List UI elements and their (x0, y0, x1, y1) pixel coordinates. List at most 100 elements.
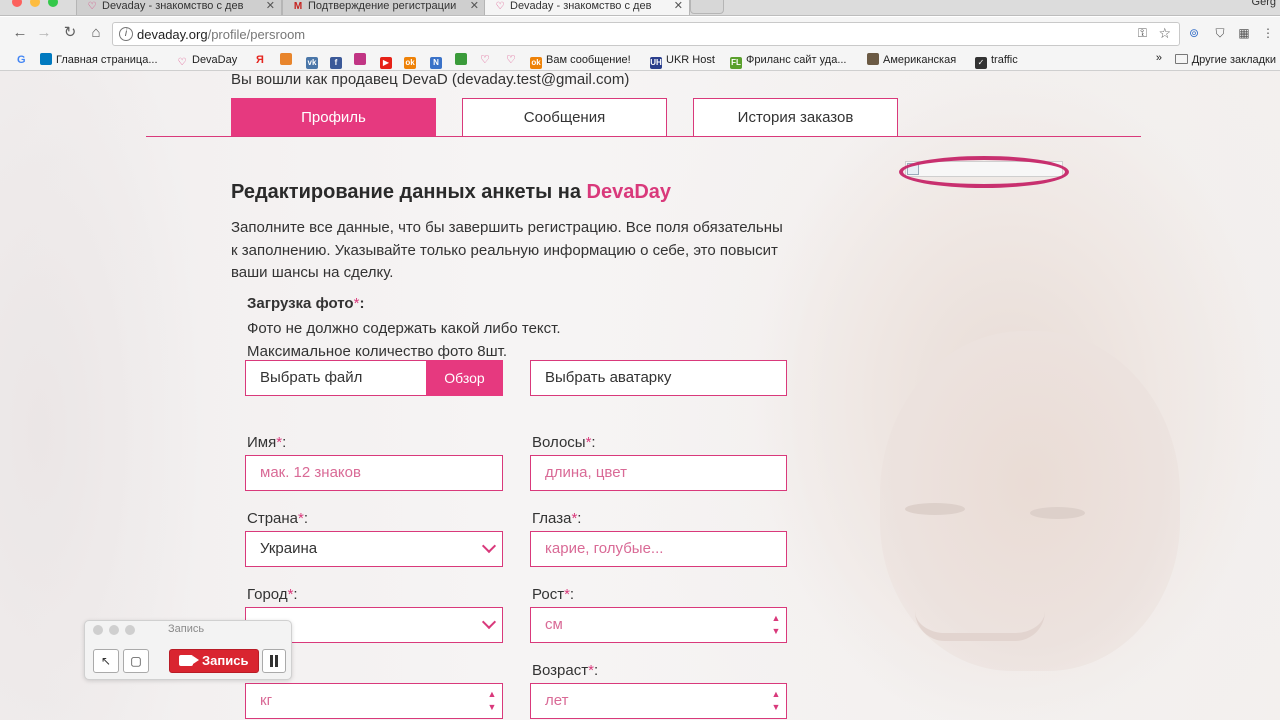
menu-icon[interactable]: ⋮ (1260, 25, 1276, 41)
photo-upload-label: Загрузка фото*: (247, 295, 365, 312)
recorder-close-button[interactable] (93, 625, 103, 635)
tab-title: Devaday - знакомство с дев (102, 0, 244, 12)
ext-orange-icon (280, 53, 292, 65)
weight-stepper[interactable]: кг ▲ ▼ (245, 683, 503, 719)
google-icon[interactable]: G (17, 52, 26, 68)
extension-grid-icon[interactable]: ▦ (1236, 25, 1252, 41)
country-select[interactable]: Украина (245, 531, 503, 567)
hair-label: Волосы*: (532, 434, 596, 451)
bookmark-item[interactable]: Главная страница... (40, 52, 158, 68)
bookmark-item[interactable]: ▶ (380, 52, 396, 69)
camera-icon (179, 655, 199, 666)
back-arrow-icon[interactable]: ← (10, 23, 30, 43)
ext-blue-icon: N (430, 57, 442, 69)
zoom-window-button[interactable] (48, 0, 58, 7)
forward-arrow-icon[interactable]: → (34, 23, 54, 43)
close-icon[interactable]: ✕ (674, 0, 683, 15)
bookmark-item[interactable]: UH UKR Host (650, 52, 715, 69)
devaday-favicon-icon: ♡ (87, 1, 97, 12)
area-select-icon[interactable]: ▢ (123, 649, 149, 673)
odnoklassniki-icon: ok (530, 57, 542, 69)
key-icon[interactable]: ⚿ (1138, 26, 1147, 41)
star-icon[interactable]: ☆ (1158, 25, 1171, 42)
browser-tab-2[interactable]: M Подтверждение регистрации ✕ (282, 0, 486, 15)
recorder-zoom-button[interactable] (125, 625, 135, 635)
facebook-icon: f (330, 57, 342, 69)
recorder-title: Запись (168, 623, 205, 635)
bookmark-item[interactable]: Американская (867, 52, 956, 68)
browse-button[interactable]: Обзор (426, 360, 503, 396)
record-button[interactable]: Запись (169, 649, 259, 673)
name-input[interactable]: мак. 12 знаков (245, 455, 503, 491)
city-label: Город*: (247, 586, 298, 603)
bookmark-item[interactable]: vk (306, 52, 322, 69)
background-photo-detail (905, 503, 965, 515)
extension-shield-icon[interactable]: ⛉ (1212, 25, 1228, 41)
stepper-arrows-icon[interactable]: ▲ ▼ (771, 688, 781, 714)
stepper-arrows-icon[interactable]: ▲ ▼ (487, 688, 497, 714)
traffic-icon: ✓ (975, 57, 987, 69)
browser-tab-1[interactable]: ♡ Devaday - знакомство с дев ✕ (76, 0, 282, 15)
bookmark-item[interactable]: N (430, 52, 446, 69)
minimize-window-button[interactable] (30, 0, 40, 7)
yandex-icon[interactable]: Я (256, 52, 264, 68)
close-icon[interactable]: ✕ (266, 0, 275, 15)
tab-messages[interactable]: Сообщения (462, 98, 667, 136)
new-tab-button[interactable] (690, 0, 724, 14)
eyes-input[interactable]: карие, голубые... (530, 531, 787, 567)
file-input[interactable]: Выбрать файл Обзор (245, 360, 503, 396)
bookmark-item[interactable] (280, 52, 296, 68)
vk-icon: vk (306, 57, 318, 69)
screen-recorder-widget: Запись ↖ ▢ Запись (84, 620, 292, 680)
avatar-input[interactable]: Выбрать аватарку (530, 360, 787, 396)
tab-title: Подтверждение регистрации (308, 0, 457, 12)
logged-in-status: Вы вошли как продавец DevaD (devaday.tes… (231, 71, 630, 88)
close-icon[interactable]: ✕ (470, 0, 479, 15)
devaday-favicon-icon[interactable]: ♡ (480, 52, 490, 68)
devaday-favicon-icon[interactable]: ♡ (506, 52, 516, 68)
extension-vpn-icon[interactable]: ⊚ (1186, 25, 1202, 41)
url-text[interactable]: devaday.org/profile/persroom (137, 27, 305, 42)
devaday-favicon-icon: ♡ (495, 1, 505, 12)
stepper-arrows-icon[interactable]: ▲ ▼ (771, 612, 781, 638)
home-icon[interactable]: ⌂ (86, 23, 106, 43)
profile-name[interactable]: Gerg (1252, 0, 1276, 8)
pointer-tool-icon[interactable]: ↖ (93, 649, 119, 673)
bookmark-item[interactable]: ✓ traffic (975, 52, 1018, 69)
folder-icon (1174, 54, 1188, 64)
browser-tab-3[interactable]: ♡ Devaday - знакомство с дев ✕ (484, 0, 690, 15)
bookmarks-bar: G Главная страница... ♡ DevaDay Я vk f ▶ … (0, 49, 1280, 71)
ext-green-icon (455, 53, 467, 65)
background-photo-detail (1030, 507, 1085, 519)
tab-order-history[interactable]: История заказов (693, 98, 898, 136)
recorder-minimize-button[interactable] (109, 625, 119, 635)
photo-upload-note: Фото не должно содержать какой либо текс… (247, 320, 561, 360)
pause-icon[interactable] (262, 649, 286, 673)
reload-icon[interactable]: ↻ (60, 23, 80, 43)
bookmark-item[interactable] (354, 52, 370, 68)
page-title: Редактирование данных анкеты на DevaDay (231, 181, 672, 203)
bookmarks-overflow-button[interactable]: » (1156, 52, 1162, 64)
bookmark-item[interactable]: FL Фриланс сайт уда... (730, 52, 847, 69)
other-bookmarks[interactable]: Другие закладки (1174, 52, 1276, 68)
hair-input[interactable]: длина, цвет (530, 455, 787, 491)
background-photo-detail (915, 611, 1045, 641)
chevron-down-icon (481, 538, 497, 554)
close-window-button[interactable] (12, 0, 22, 7)
bookmark-item[interactable]: f (330, 52, 346, 69)
eyes-label: Глаза*: (532, 510, 582, 527)
age-stepper[interactable]: лет ▲ ▼ (530, 683, 787, 719)
bookmark-item[interactable]: ♡ DevaDay (176, 52, 238, 68)
country-label: Страна*: (247, 510, 309, 527)
bookmark-item[interactable]: ok Вам сообщение! (530, 52, 631, 69)
bookmark-item[interactable] (455, 52, 471, 68)
info-icon[interactable]: i (119, 27, 133, 41)
bookmark-item[interactable]: ok (404, 52, 420, 69)
height-stepper[interactable]: см ▲ ▼ (530, 607, 787, 643)
tab-profile[interactable]: Профиль (231, 98, 436, 136)
highlight-ring (899, 156, 1069, 188)
address-bar[interactable]: i devaday.org/profile/persroom ⚿ ☆ (112, 22, 1180, 46)
photo-icon (867, 53, 879, 65)
height-label: Рост*: (532, 586, 575, 603)
age-label: Возраст*: (532, 662, 599, 679)
